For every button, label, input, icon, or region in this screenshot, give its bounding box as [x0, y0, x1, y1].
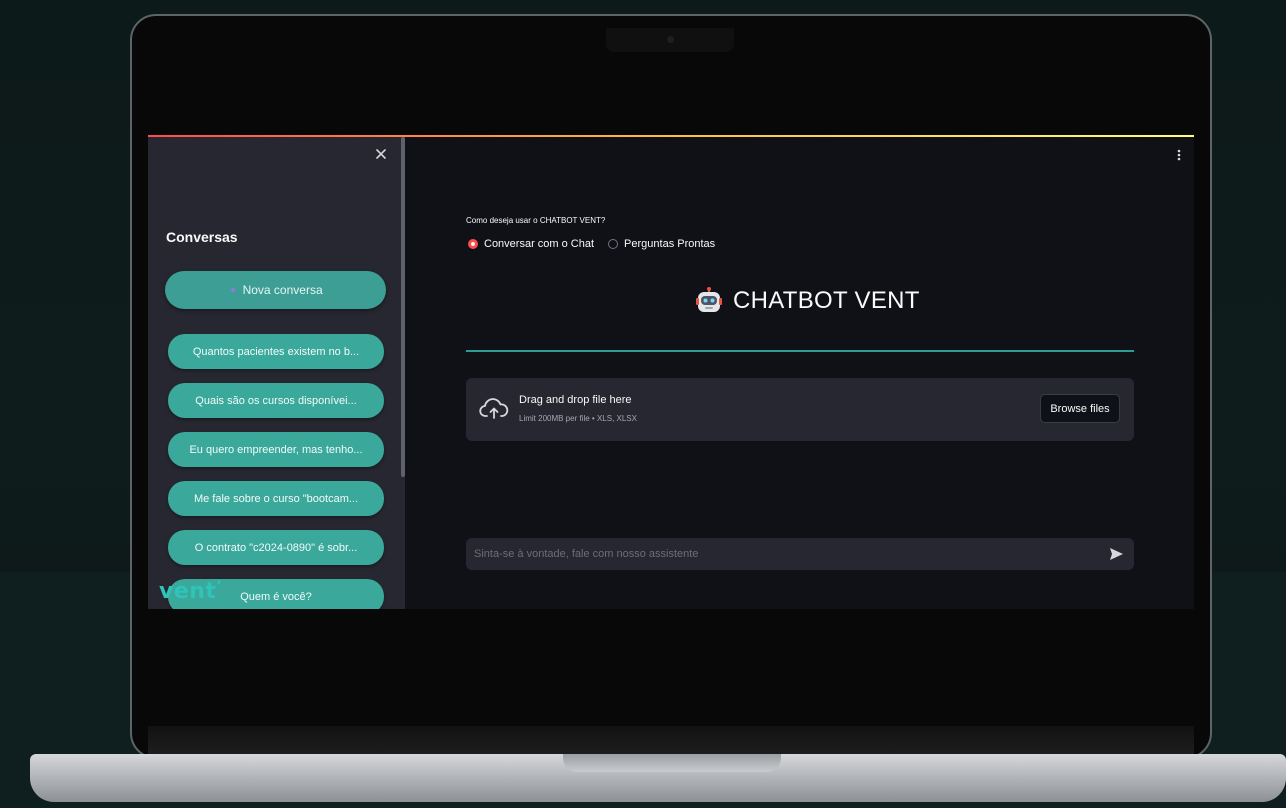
radio-option-chat[interactable]: Conversar com o Chat	[468, 238, 594, 250]
history-item[interactable]: O contrato "c2024-0890" é sobr...	[168, 530, 384, 565]
app-screen: Conversas ✦ Nova conversa Quantos pacien…	[148, 135, 1194, 609]
vent-logo-text: vent	[159, 579, 217, 604]
sidebar-heading: Conversas	[166, 229, 238, 245]
send-icon[interactable]	[1109, 547, 1124, 561]
history-item[interactable]: Me fale sobre o curso "bootcam...	[168, 481, 384, 516]
mode-question-label: Como deseja usar o CHATBOT VENT?	[466, 216, 606, 225]
new-chat-button[interactable]: ✦ Nova conversa	[165, 271, 386, 309]
new-chat-label: Nova conversa	[242, 283, 323, 297]
laptop-bezel-bottom	[148, 726, 1194, 754]
radio-selected-icon	[468, 239, 478, 249]
upload-limit-text: Limit 200MB per file • XLS, XLSX	[519, 414, 637, 423]
chat-input[interactable]	[466, 538, 1086, 570]
camera-icon	[667, 36, 674, 43]
browse-files-button[interactable]: Browse files	[1040, 394, 1120, 423]
robot-icon	[696, 287, 722, 312]
radio-option-ready-questions[interactable]: Perguntas Prontas	[608, 238, 715, 250]
vent-logo: ventʼ	[159, 579, 222, 604]
history-item[interactable]: Quantos pacientes existem no b...	[168, 334, 384, 369]
upload-cloud-icon	[479, 398, 509, 419]
menu-icon[interactable]	[1177, 149, 1181, 161]
page-title: CHATBOT VENT	[733, 287, 920, 314]
radio-unselected-icon	[608, 239, 619, 249]
chat-input-container	[466, 538, 1134, 570]
history-item[interactable]: Quais são os cursos disponívei...	[168, 383, 384, 418]
radio-label: Conversar com o Chat	[484, 238, 595, 250]
laptop-base-groove	[563, 754, 781, 772]
sidebar: Conversas ✦ Nova conversa Quantos pacien…	[148, 137, 405, 609]
title-row: CHATBOT VENT	[695, 287, 920, 315]
title-divider	[466, 350, 1134, 352]
close-icon[interactable]	[374, 147, 388, 161]
history-item[interactable]: Eu quero empreender, mas tenho...	[168, 432, 384, 467]
conversation-history-list: Quantos pacientes existem no b... Quais …	[168, 334, 384, 609]
file-uploader-dropzone[interactable]: Drag and drop file here Limit 200MB per …	[466, 378, 1134, 441]
mode-radio-group: Conversar com o Chat Perguntas Prontas	[468, 238, 715, 250]
radio-label: Perguntas Prontas	[624, 238, 716, 250]
sidebar-scrollbar[interactable]	[401, 137, 405, 477]
sparkle-icon: ✦	[228, 284, 238, 297]
upload-title: Drag and drop file here	[519, 394, 632, 406]
